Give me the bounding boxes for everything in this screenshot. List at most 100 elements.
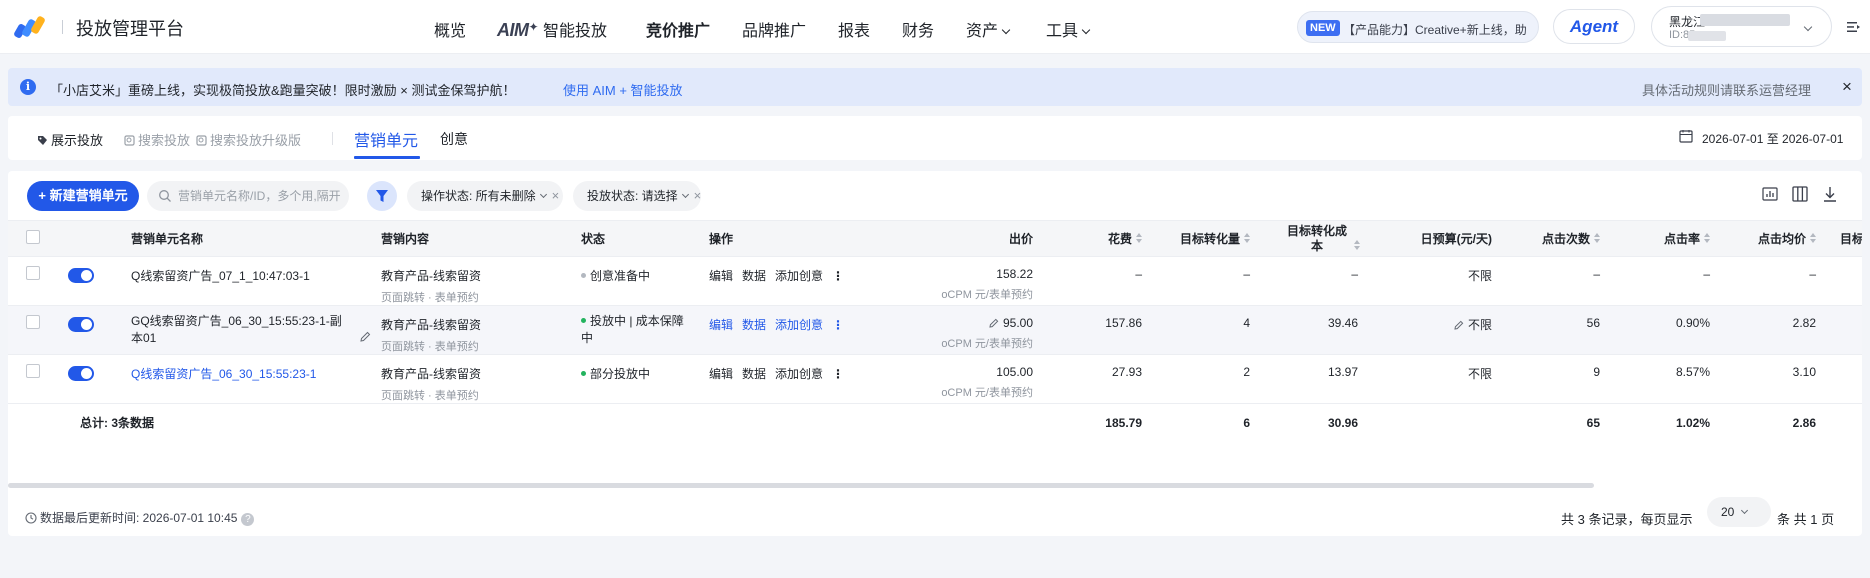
col-conv[interactable]: 目标转化量 bbox=[1154, 220, 1262, 257]
aim-logo: AIM bbox=[497, 20, 529, 40]
channel-display-label: 展示投放 bbox=[51, 133, 104, 148]
unit-name[interactable]: Q线索留资广告_06_30_15:55:23-1 bbox=[131, 354, 381, 404]
platform-title: 投放管理平台 bbox=[76, 19, 184, 39]
filter-operation-status[interactable]: 操作状态: 所有未删除 × bbox=[407, 181, 563, 211]
nav-brand[interactable]: 品牌推广 bbox=[742, 17, 806, 41]
more-icon[interactable]: ⋮ bbox=[832, 269, 844, 283]
announcement-text: 【产品能力】Creative+新上线，助 bbox=[1343, 23, 1527, 37]
clock-icon bbox=[25, 512, 37, 524]
unit-name[interactable]: GQ线索留资广告_06_30_15:55:23-1-副本01 bbox=[131, 314, 342, 345]
filter-delivery-status[interactable]: 投放状态: 请选择 × bbox=[573, 181, 701, 211]
col-cpc[interactable]: 点击均价 bbox=[1722, 220, 1828, 257]
account-switcher[interactable]: 黑龙江 ID:85 bbox=[1651, 6, 1832, 47]
nav-aim-label: 智能投放 bbox=[543, 23, 608, 40]
col-spend-label: 花费 bbox=[1107, 232, 1132, 246]
col-spend[interactable]: 花费 bbox=[1045, 220, 1154, 257]
content-sub: 页面跳转 · 表单预约 bbox=[381, 341, 479, 353]
nav-aim[interactable]: AIM✦ 智能投放 bbox=[497, 17, 607, 41]
logo-icon[interactable] bbox=[14, 14, 50, 40]
search-box[interactable] bbox=[147, 181, 349, 211]
nav-report[interactable]: 报表 bbox=[838, 17, 870, 41]
pencil-icon[interactable] bbox=[1454, 320, 1464, 330]
tab-creative[interactable]: 创意 bbox=[440, 129, 468, 149]
budget-value[interactable]: 不限 bbox=[1370, 256, 1504, 306]
ctr-value: 0.90% bbox=[1612, 305, 1722, 355]
edit-link[interactable]: 编辑 bbox=[709, 318, 733, 332]
menu-icon[interactable] bbox=[1845, 19, 1861, 35]
edit-link[interactable]: 编辑 bbox=[709, 367, 733, 381]
nav-overview[interactable]: 概览 bbox=[434, 17, 466, 41]
channel-search-upgrade-label: 搜索投放升级版 bbox=[210, 133, 302, 148]
help-icon[interactable]: ? bbox=[241, 513, 255, 526]
nav-tools[interactable]: 工具 bbox=[1046, 17, 1091, 41]
more-icon[interactable]: ⋮ bbox=[832, 318, 844, 332]
edit-link[interactable]: 编辑 bbox=[709, 269, 733, 283]
ctr-value: 8.57% bbox=[1612, 354, 1722, 404]
pencil-icon[interactable] bbox=[360, 331, 371, 342]
notice-text: 「小店艾米」重磅上线，实现极简投放&跑量突破！限时激励 × 测试金保驾护航！ bbox=[50, 83, 516, 98]
channel-search[interactable]: 搜索投放 bbox=[124, 130, 190, 149]
content-sub: 页面跳转 · 表单预约 bbox=[381, 390, 479, 402]
download-icon[interactable] bbox=[1821, 185, 1839, 203]
horizontal-scrollbar[interactable] bbox=[8, 483, 1594, 488]
channel-display[interactable]: 展示投放 bbox=[37, 130, 103, 149]
channel-search-upgrade[interactable]: 搜索投放升级版 bbox=[196, 130, 301, 149]
data-link[interactable]: 数据 bbox=[742, 269, 766, 283]
nav-assets[interactable]: 资产 bbox=[966, 17, 1011, 41]
cpc-value: 3.10 bbox=[1722, 354, 1828, 404]
nav-finance[interactable]: 财务 bbox=[902, 17, 934, 41]
budget-cell[interactable]: 不限 bbox=[1370, 305, 1504, 355]
status-dot bbox=[581, 273, 586, 278]
ops-cell: 编辑 数据 添加创意 ⋮ bbox=[709, 256, 895, 306]
tab-marketing-unit[interactable]: 营销单元 bbox=[354, 127, 418, 151]
col-clicks[interactable]: 点击次数 bbox=[1504, 220, 1612, 257]
announcement-banner[interactable]: NEW 【产品能力】Creative+新上线，助 bbox=[1297, 11, 1539, 43]
filter-icon bbox=[376, 190, 388, 202]
close-icon[interactable]: × bbox=[1842, 77, 1852, 97]
new-marketing-unit-button[interactable]: + 新建营销单元 bbox=[27, 181, 139, 211]
bid-cell: 105.00 oCPM 元/表单预约 bbox=[895, 354, 1045, 404]
add-creative-link[interactable]: 添加创意 bbox=[775, 318, 823, 332]
filter-button[interactable] bbox=[367, 181, 397, 211]
content-cell: 教育产品-线索留资 页面跳转 · 表单预约 bbox=[381, 305, 581, 355]
columns-icon[interactable] bbox=[1791, 185, 1809, 203]
data-link[interactable]: 数据 bbox=[742, 367, 766, 381]
date-range-picker[interactable]: 2026-07-01 至 2026-07-01 bbox=[1702, 130, 1843, 147]
row-toggle[interactable] bbox=[68, 317, 94, 332]
row-toggle[interactable] bbox=[68, 268, 94, 283]
spend-value: 157.86 bbox=[1045, 305, 1154, 355]
page-size-select[interactable]: 20 bbox=[1707, 497, 1771, 527]
col-ctr[interactable]: 点击率 bbox=[1612, 220, 1722, 257]
col-conv-cost[interactable]: 目标转化成本 bbox=[1262, 220, 1370, 257]
chart-icon[interactable] bbox=[1761, 185, 1779, 203]
total-ctr: 1.02% bbox=[1675, 415, 1710, 430]
clear-filter-icon[interactable]: × bbox=[694, 188, 702, 203]
search-input[interactable] bbox=[178, 187, 343, 205]
sort-icon bbox=[1136, 233, 1142, 245]
bid-cell: 95.00 oCPM 元/表单预约 bbox=[895, 305, 1045, 355]
agent-button[interactable]: Agent bbox=[1553, 9, 1635, 44]
channel-search-label: 搜索投放 bbox=[138, 133, 191, 148]
notice-contact-text: 具体活动规则请联系运营经理 bbox=[1642, 83, 1812, 98]
bid-unit: oCPM 元/表单预约 bbox=[941, 338, 1033, 350]
add-creative-link[interactable]: 添加创意 bbox=[775, 269, 823, 283]
pencil-icon[interactable] bbox=[989, 318, 999, 328]
row-toggle[interactable] bbox=[68, 366, 94, 381]
data-link[interactable]: 数据 bbox=[742, 318, 766, 332]
clear-filter-icon[interactable]: × bbox=[552, 188, 560, 203]
more-icon[interactable]: ⋮ bbox=[832, 367, 844, 381]
unit-name[interactable]: Q线索留资广告_07_1_10:47:03-1 bbox=[131, 256, 381, 306]
ops-cell: 编辑 数据 添加创意 ⋮ bbox=[709, 354, 895, 404]
row-checkbox[interactable] bbox=[26, 364, 40, 378]
chevron-down-icon bbox=[539, 190, 547, 199]
notice-link[interactable]: 使用 AIM + 智能投放 bbox=[563, 80, 683, 99]
content-sub: 页面跳转 · 表单预约 bbox=[381, 292, 479, 304]
select-all-checkbox[interactable] bbox=[26, 230, 40, 244]
row-checkbox[interactable] bbox=[26, 266, 40, 280]
new-badge: NEW bbox=[1306, 20, 1340, 36]
add-creative-link[interactable]: 添加创意 bbox=[775, 367, 823, 381]
row-checkbox[interactable] bbox=[26, 315, 40, 329]
budget-value[interactable]: 不限 bbox=[1370, 354, 1504, 404]
nav-bidding[interactable]: 竞价推广 bbox=[646, 17, 710, 41]
col-ops: 操作 bbox=[709, 220, 895, 257]
